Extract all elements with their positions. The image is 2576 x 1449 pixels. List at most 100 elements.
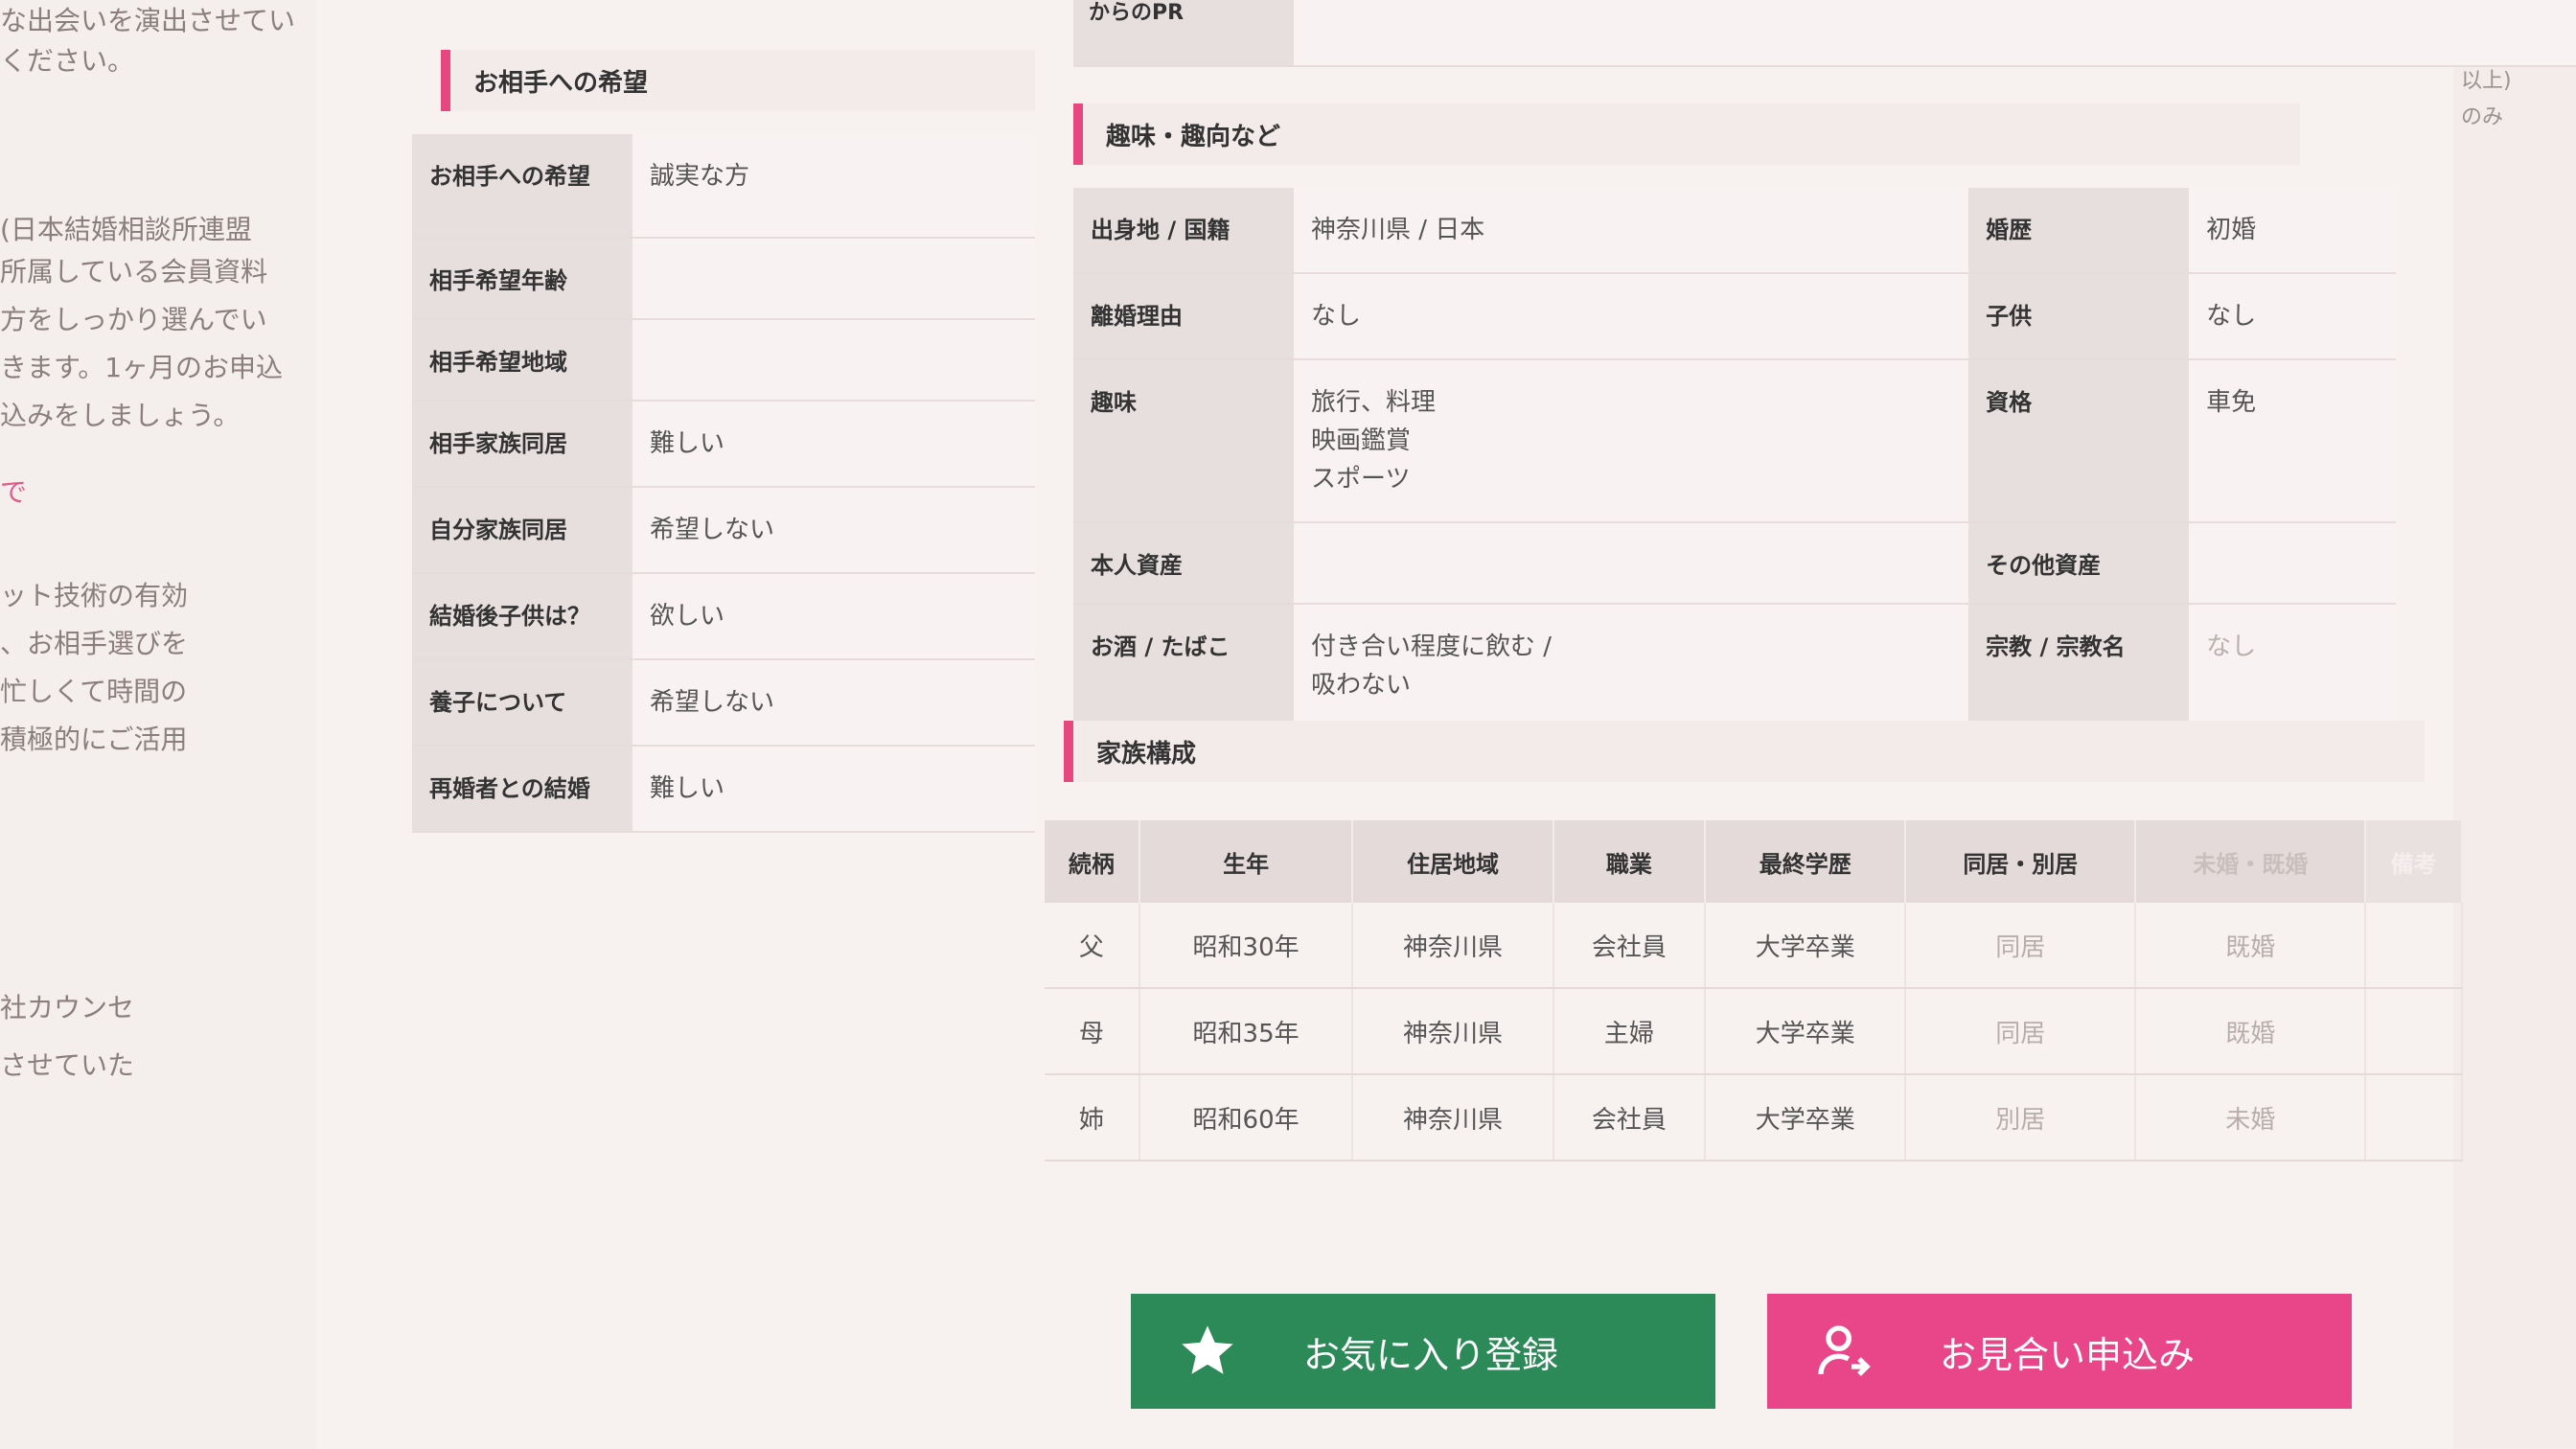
family-cell [2365, 1074, 2463, 1162]
wish-row: 自分家族同居 希望しない [412, 487, 1035, 574]
family-cell: 未婚 [2135, 1074, 2367, 1162]
family-cell: 父 [1045, 903, 1140, 989]
wish-row: 相手希望地域 [412, 319, 1035, 402]
hobby-value-right [2189, 522, 2396, 605]
family-cell: 既婚 [2135, 903, 2367, 989]
wish-value: 誠実な方 [632, 134, 1035, 239]
background-text-line: な出会いを演出させてい [0, 5, 296, 36]
wish-row: 再婚者との結婚 難しい [412, 746, 1035, 833]
family-cell: 同居 [1905, 988, 2137, 1075]
wish-row: 相手希望年齢 [412, 238, 1035, 320]
family-section-title: 家族構成 [1064, 721, 2425, 782]
family-cell: 姉 [1045, 1074, 1140, 1162]
hobby-section-title: 趣味・趣向など [1073, 104, 2300, 165]
family-cell: 昭和60年 [1138, 1074, 1354, 1162]
wish-table: お相手への希望 誠実な方 相手希望年齢 相手希望地域 相手家族同居 難しい 自分家族同居 希望… [412, 134, 1035, 833]
family-cell: 大学卒業 [1705, 988, 1907, 1075]
favorite-button[interactable]: お気に入り登録 [1131, 1294, 1715, 1409]
family-cell [2365, 903, 2463, 989]
omiai-request-button[interactable]: お見合い申込み [1767, 1294, 2352, 1409]
family-cell: 神奈川県 [1352, 988, 1554, 1075]
wish-value [632, 319, 1035, 402]
wish-value: 難しい [632, 746, 1035, 833]
wish-label: 養子について [412, 659, 632, 747]
background-text-line: 社カウンセ [0, 992, 135, 1024]
hobby-row: 趣味 旅行、料理 映画鑑賞 スポーツ 資格 車免 [1073, 359, 2396, 523]
hobby-value-left: 付き合い程度に飲む / 吸わない [1294, 604, 1969, 729]
family-row: 母昭和35年 神奈川県 主婦 大学卒業 同居 既婚 [1045, 988, 2463, 1075]
hobby-label-right: 子供 [1968, 273, 2190, 360]
family-cell: 会社員 [1552, 1074, 1707, 1162]
hobby-value-right: 初婚 [2189, 188, 2396, 274]
hobby-label-right: 婚歴 [1968, 188, 2190, 274]
hobby-row: お酒 / たばこ 付き合い程度に飲む / 吸わない 宗教 / 宗教名 なし [1073, 604, 2396, 729]
background-text-line: ット技術の有効 [0, 580, 189, 611]
family-cell: 母 [1045, 988, 1140, 1075]
star-icon [1169, 1313, 1246, 1390]
family-column-header: 続柄 [1045, 820, 1140, 903]
background-text-line: ください。 [0, 45, 135, 77]
profile-page: からのPR お相手への希望 お相手への希望 誠実な方 相手希望年齢 相手希望地域 相手家… [316, 0, 2576, 1449]
family-cell: 昭和35年 [1138, 988, 1354, 1075]
family-row: 父昭和30年 神奈川県 会社員 大学卒業 同居 既婚 [1045, 903, 2463, 989]
background-text-line: きます。1ヶ月のお申込 [0, 352, 284, 383]
wish-label: 相手希望年齢 [412, 238, 632, 320]
hobby-label-right: 宗教 / 宗教名 [1968, 604, 2190, 729]
background-text-line: 、お相手選びを [0, 628, 189, 659]
wish-section-title: お相手への希望 [441, 50, 1035, 111]
wish-label: 結婚後子供は？ [412, 573, 632, 660]
family-cell: 主婦 [1552, 988, 1707, 1075]
wish-label: お相手への希望 [412, 134, 632, 239]
wish-label: 相手家族同居 [412, 401, 632, 488]
pr-label: からのPR [1073, 0, 1294, 65]
pr-row: からのPR [1073, 0, 2576, 67]
wish-value: 希望しない [632, 659, 1035, 747]
background-document: な出会いを演出させてい ください。 (日本結婚相談所連盟 所属している会員資料 方をしっ… [0, 0, 318, 1449]
wish-label: 再婚者との結婚 [412, 746, 632, 833]
wish-row: お相手への希望 誠実な方 [412, 134, 1035, 239]
wish-value: 欲しい [632, 573, 1035, 660]
family-column-header: 未婚・既婚 [2135, 820, 2367, 903]
background-note: のみ [2461, 105, 2504, 129]
hobby-row: 離婚理由 なし 子供 なし [1073, 273, 2396, 360]
family-cell: 大学卒業 [1705, 1074, 1907, 1162]
hobby-value-right: 車免 [2189, 359, 2396, 523]
wish-label: 自分家族同居 [412, 487, 632, 574]
hobby-label-left: 趣味 [1073, 359, 1294, 523]
hobby-label-right: その他資産 [1968, 522, 2190, 605]
background-text-line: させていた [0, 1049, 135, 1081]
background-note: 以上) [2461, 69, 2512, 93]
hobby-label-right: 資格 [1968, 359, 2190, 523]
background-text-line: 忙しくて時間の [0, 676, 188, 707]
background-text-line: (日本結婚相談所連盟 [0, 214, 252, 245]
favorite-button-label: お気に入り登録 [1303, 1333, 1559, 1376]
hobby-table: 出身地 / 国籍 神奈川県 / 日本 婚歴 初婚 離婚理由 なし 子供 なし 趣味 旅行、料理 映… [1073, 188, 2396, 729]
wish-value: 難しい [632, 401, 1035, 488]
hobby-value-left: 旅行、料理 映画鑑賞 スポーツ [1294, 359, 1969, 523]
hobby-value-left: 神奈川県 / 日本 [1294, 188, 1969, 274]
right-background-document: ただきます)以上)のみ [2451, 0, 2576, 1449]
wish-row: 養子について 希望しない [412, 659, 1035, 747]
family-cell: 別居 [1905, 1074, 2137, 1162]
family-column-header: 備考 [2365, 820, 2463, 903]
background-text-line: 所属している会員資料 [0, 256, 268, 288]
hobby-label-left: 出身地 / 国籍 [1073, 188, 1294, 274]
hobby-label-left: 離婚理由 [1073, 273, 1294, 360]
background-text-line: 方をしっかり選んでい [0, 304, 267, 335]
family-cell: 昭和30年 [1138, 903, 1354, 989]
hobby-value-left: なし [1294, 273, 1969, 360]
hobby-label-left: お酒 / たばこ [1073, 604, 1294, 729]
wish-row: 相手家族同居 難しい [412, 401, 1035, 488]
person-arrow-icon [1806, 1313, 1882, 1390]
hobby-value-left [1294, 522, 1969, 605]
hobby-value-right: なし [2189, 604, 2396, 729]
family-table: 続柄 生年 住居地域 職業 最終学歴 同居・別居 未婚・既婚 備考 父昭和30年 神奈川県 会社員… [1045, 820, 2463, 1162]
family-cell: 神奈川県 [1352, 903, 1554, 989]
family-column-header: 職業 [1552, 820, 1707, 903]
hobby-label-left: 本人資産 [1073, 522, 1294, 605]
family-cell: 同居 [1905, 903, 2137, 989]
background-text-line: で [0, 476, 28, 508]
family-cell: 既婚 [2135, 988, 2367, 1075]
hobby-row: 本人資産 その他資産 [1073, 522, 2396, 605]
hobby-value-right: なし [2189, 273, 2396, 360]
